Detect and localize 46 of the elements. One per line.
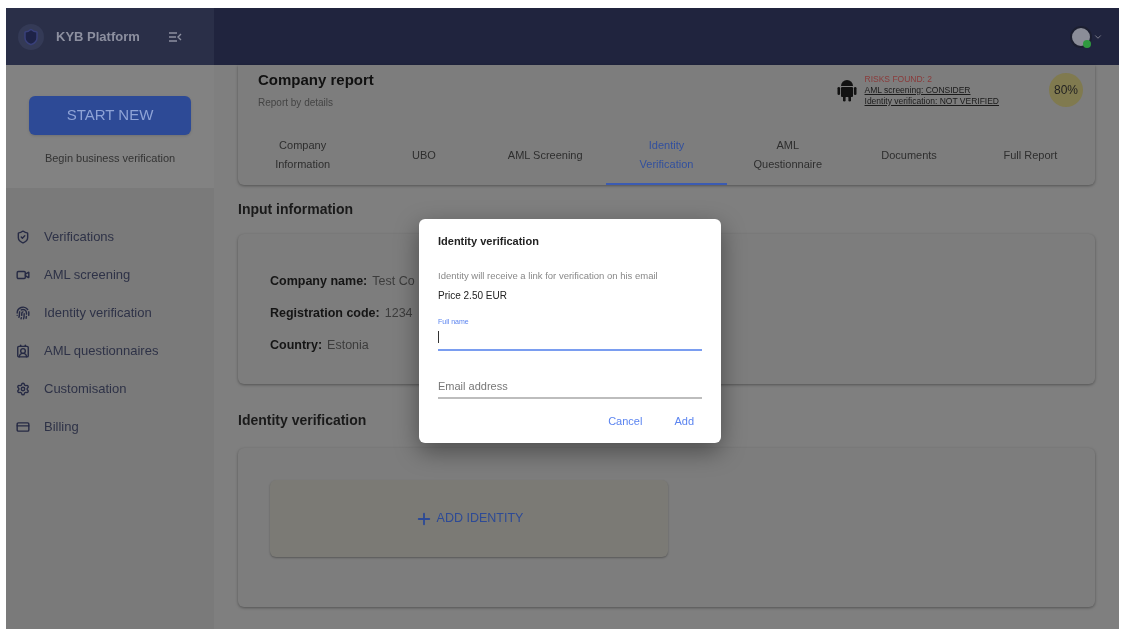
start-new-button[interactable]: START NEW	[29, 96, 191, 135]
account-icon[interactable]	[1069, 24, 1093, 49]
sidebar-item[interactable]: Billing	[6, 415, 214, 439]
shield-check-icon	[16, 230, 30, 244]
field-label: Country:	[270, 336, 323, 354]
credit-card-icon	[16, 420, 30, 434]
score-badge: 80%	[1049, 73, 1083, 108]
shield-logo-icon	[18, 23, 44, 50]
risk-link[interactable]: Identity verification: NOT VERIFIED	[864, 95, 999, 107]
app-title: KYB Platform	[56, 27, 140, 46]
field-label: Registration code:	[270, 304, 380, 322]
report-tab[interactable]: AML Questionnaire	[727, 127, 849, 185]
section-heading: Input information	[238, 200, 354, 219]
report-tab[interactable]: Identity Verification	[605, 127, 728, 185]
dialog-price: Price 2.50 EUR	[438, 288, 508, 303]
gear-icon	[16, 382, 30, 396]
report-tab[interactable]: Company Information	[242, 127, 364, 185]
field-value: Estonia	[327, 336, 369, 354]
dialog-message: Identity will receive a link for verification on his email	[438, 268, 659, 283]
report-tab[interactable]: AML Screening	[484, 127, 606, 185]
field-value: Test Co	[372, 273, 415, 290]
dialog-button[interactable]: Add	[666, 408, 702, 433]
section-heading: Identity verification	[238, 411, 367, 430]
start-caption: Begin business verification	[44, 151, 176, 166]
report-tab[interactable]: Documents	[848, 127, 970, 185]
add-identity-button[interactable]: ADD IDENTITY	[270, 480, 668, 557]
risks-heading: RISKS FOUND: 2	[864, 73, 934, 85]
fingerprint-icon	[16, 306, 30, 320]
android-icon	[836, 78, 857, 103]
badge-person-icon	[16, 344, 30, 358]
dialog-button[interactable]: Cancel	[600, 408, 651, 433]
dialog-title: Identity verification	[438, 234, 540, 249]
sidebar-item[interactable]: Identity verification	[6, 301, 214, 325]
field-label: Company name:	[270, 273, 368, 290]
text-field[interactable]: Email address	[438, 364, 702, 399]
sidebar-item[interactable]: Verifications	[6, 225, 214, 249]
sidebar-item[interactable]: AML screening	[6, 263, 214, 287]
report-title: Company report	[258, 70, 374, 90]
report-tab[interactable]: UBO	[363, 127, 485, 185]
video-camera-icon	[16, 268, 30, 282]
risk-link[interactable]: AML screening: CONSIDER	[864, 84, 999, 96]
report-tab[interactable]: Full Report	[969, 127, 1091, 185]
sidebar-item[interactable]: AML questionnaires	[6, 339, 214, 363]
field-value: 1234	[384, 304, 413, 322]
sidebar-item[interactable]: Customisation	[6, 377, 214, 401]
collapse-menu-icon[interactable]	[167, 31, 182, 42]
